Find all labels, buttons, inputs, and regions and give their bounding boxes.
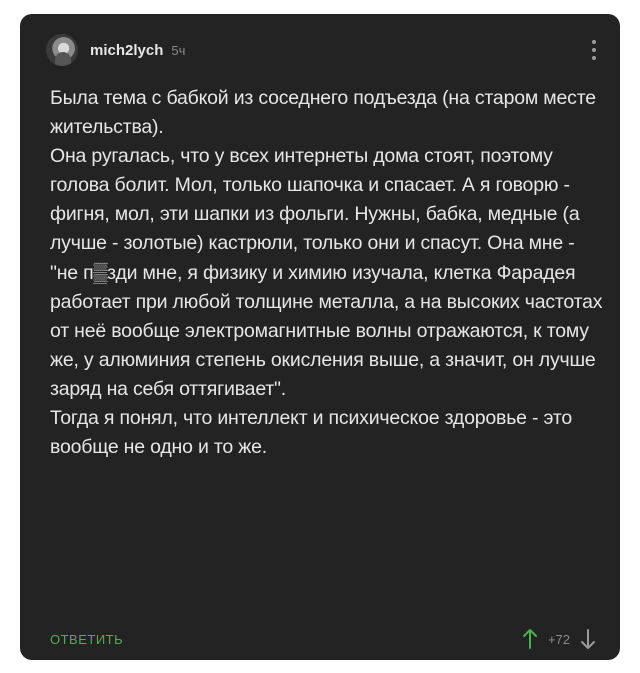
- comment-paragraph: Была тема с бабкой из соседнего подъезда…: [50, 87, 596, 139]
- comment-header: mich2lych 5ч: [46, 28, 600, 72]
- reply-button[interactable]: ОТВЕТИТЬ: [50, 632, 123, 647]
- avatar[interactable]: [46, 34, 78, 66]
- rating-count: +72: [547, 631, 570, 647]
- comment-card: mich2lych 5ч Была тема с бабкой из сосед…: [20, 14, 620, 660]
- menu-dot: [592, 56, 596, 60]
- username[interactable]: mich2lych: [90, 42, 163, 59]
- arrow-down-icon[interactable]: [580, 628, 596, 650]
- menu-dot: [592, 40, 596, 44]
- comment-text: Была тема с бабкой из соседнего подъезда…: [50, 84, 606, 462]
- post-time: 5ч: [171, 42, 186, 58]
- vote-controls: +72: [522, 628, 596, 650]
- comment-footer: ОТВЕТИТЬ +72: [50, 626, 596, 652]
- comment-paragraph: Тогда я понял, что интеллект и психическ…: [50, 407, 573, 459]
- more-vertical-icon[interactable]: [588, 40, 600, 60]
- arrow-up-icon[interactable]: [522, 628, 538, 650]
- menu-dot: [592, 48, 596, 52]
- comment-paragraph: Она ругалась, что у всех интернеты дома …: [50, 145, 603, 400]
